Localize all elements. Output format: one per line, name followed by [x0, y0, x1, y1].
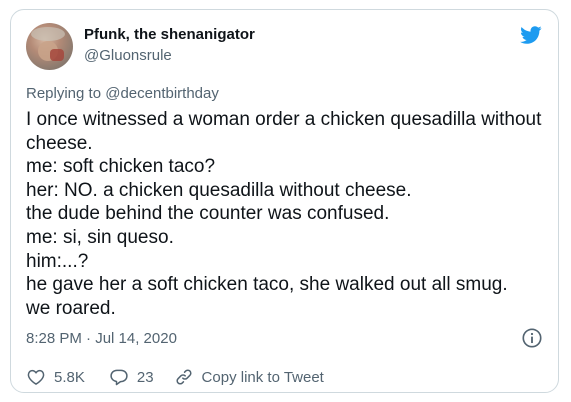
tweet-card[interactable]: Pfunk, the shenanigator @Gluonsrule Repl… [10, 9, 559, 393]
link-icon [176, 369, 192, 385]
like-count: 5.8K [54, 368, 85, 386]
tweet-text: I once witnessed a woman order a chicken… [26, 108, 551, 320]
info-icon[interactable] [521, 327, 543, 349]
author-display-name[interactable]: Pfunk, the shenanigator [84, 26, 255, 43]
tweet-line: me: soft chicken taco? [26, 156, 216, 178]
reply-count: 23 [136, 368, 154, 386]
reply-bubble-icon [110, 369, 128, 386]
tweet-line: the dude behind the counter was confused… [26, 203, 390, 225]
tweet-line: me: si, sin queso. [26, 226, 174, 248]
reply-mention-link[interactable]: @decentbirthday [105, 85, 219, 102]
replying-to: Replying to @decentbirthday [26, 85, 219, 102]
copy-link-label: Copy link to Tweet [201, 368, 324, 386]
avatar[interactable] [26, 23, 73, 70]
divider [11, 358, 558, 359]
reply-button[interactable]: 23 [109, 367, 154, 387]
tweet-line: I once witnessed a woman order a chicken… [26, 109, 542, 130]
tweet-actions: 5.8K 23 Copy link to Tweet [26, 365, 346, 389]
like-button[interactable]: 5.8K [26, 367, 85, 387]
tweet-timestamp[interactable]: 8:28 PM · Jul 14, 2020 [26, 330, 177, 347]
heart-icon [27, 369, 45, 385]
tweet-line: him:...? [26, 250, 89, 272]
tweet-line: we roared. [26, 297, 116, 319]
author-handle[interactable]: @Gluonsrule [84, 47, 172, 64]
tweet-line: her: NO. a chicken quesadilla without ch… [26, 179, 412, 201]
replying-to-prefix: Replying to [26, 85, 106, 102]
tweet-line: cheese. [26, 132, 93, 154]
tweet-line: he gave her a soft chicken taco, she wal… [26, 274, 508, 296]
copy-link-button[interactable]: Copy link to Tweet [174, 367, 324, 387]
twitter-bird-icon[interactable] [519, 24, 543, 46]
